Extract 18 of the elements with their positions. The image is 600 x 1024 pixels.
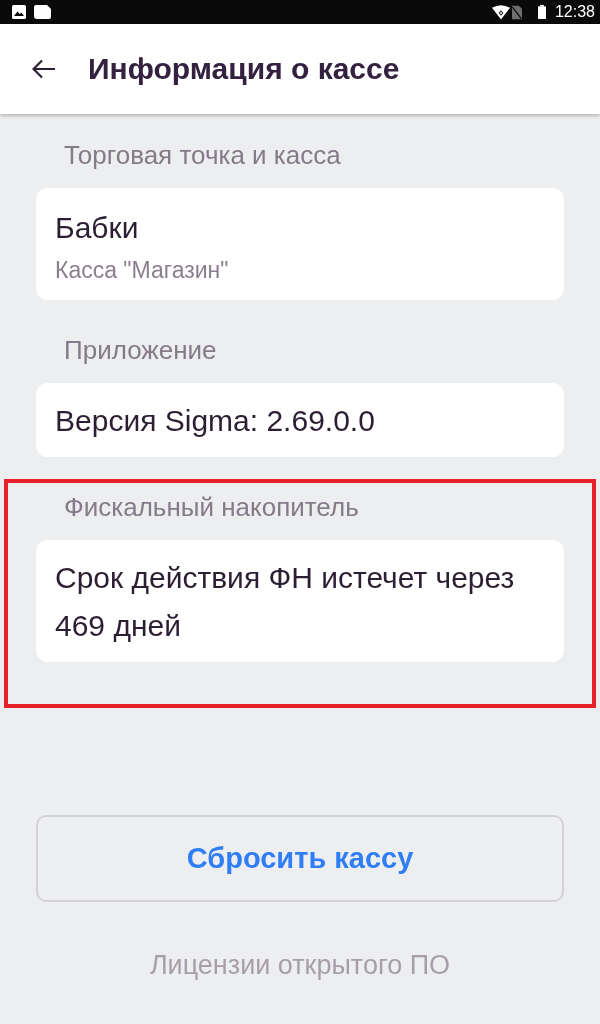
section-label: Торговая точка и касса (64, 139, 342, 171)
page-title: Информация о кассе (88, 51, 400, 87)
battery-icon (537, 4, 546, 20)
back-button[interactable] (32, 59, 56, 79)
card-title: Версия Sigma: 2.69.0.0 (55, 403, 376, 439)
image-icon (12, 5, 26, 19)
licenses-link[interactable]: Лицензии открытого ПО (149, 949, 451, 981)
card-subtitle: Касса "Магазин" (55, 256, 230, 284)
section-label: Фискальный накопитель (64, 491, 360, 523)
section-label: Приложение (64, 334, 218, 366)
message-icon (34, 5, 51, 19)
reset-button[interactable]: Сбросить кассу (36, 815, 564, 902)
status-time: 12:38 (554, 2, 595, 22)
card-title: Срок действия ФН истечет через 469 дней (55, 560, 516, 644)
card-title: Бабки (55, 210, 140, 246)
back-arrow-icon (32, 59, 56, 79)
wifi-icon (491, 4, 510, 20)
no-sim-icon (511, 4, 522, 20)
